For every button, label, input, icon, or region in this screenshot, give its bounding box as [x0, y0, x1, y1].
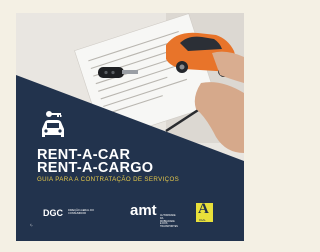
- guide-subtitle: GUIA PARA A CONTRATAÇÃO DE SERVIÇOS: [37, 176, 180, 183]
- amt-descriptor: AUTORIDADE DA MOBILIDADE E DOS TRANSPORT…: [160, 214, 178, 229]
- dgc-logo: DGC: [43, 208, 63, 218]
- amt-logo: amt: [130, 202, 157, 219]
- guide-cover: RENT-A-CAR RENT-A-CARGO GUIA PARA A CONT…: [16, 13, 244, 241]
- raal-mark: A: [198, 201, 209, 217]
- raal-label: RAAL: [199, 219, 206, 222]
- dgc-descriptor: DIREÇÃO-GERAL DO CONSUMIDOR: [68, 209, 94, 215]
- title-line-2: RENT-A-CARGO: [37, 160, 154, 176]
- car-icon: [42, 111, 64, 137]
- guide-title: RENT-A-CAR RENT-A-CARGO: [37, 148, 154, 176]
- car-key-icon: [46, 111, 62, 117]
